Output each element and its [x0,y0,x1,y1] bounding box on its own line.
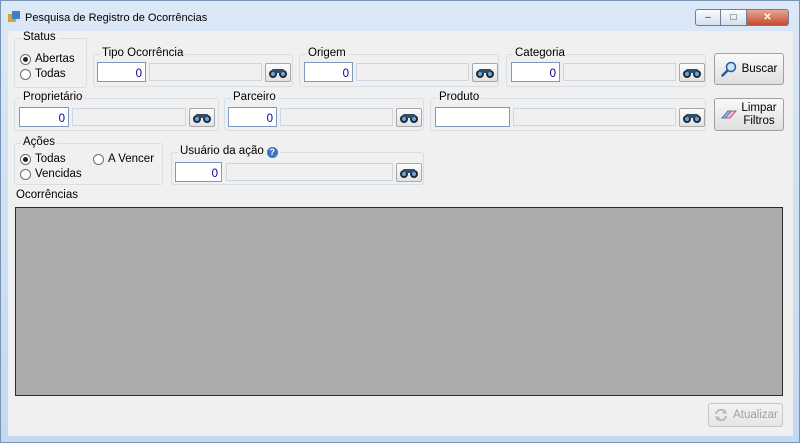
maximize-button[interactable]: □ [721,9,747,26]
tipo-ocorrencia-description-field [149,63,262,81]
status-label: Status [21,31,58,43]
proprietario-label: Proprietário [21,91,85,103]
status-todas-radio[interactable]: Todas [20,68,66,80]
form-icon [8,11,20,22]
buscar-label: Buscar [741,62,778,75]
title-bar[interactable]: Pesquisa de Registro de Ocorrências – □ … [1,1,799,31]
produto-label: Produto [437,91,482,103]
ocorrencias-label: Ocorrências [16,189,78,201]
proprietario-description-field [72,108,186,126]
status-abertas-radio[interactable]: Abertas [20,53,75,65]
acoes-a-vencer-radio[interactable]: A Vencer [93,153,154,165]
radio-label: Abertas [35,53,75,65]
usuario-acao-label-wrap: Usuário da ação? [178,145,280,158]
tipo-ocorrencia-search-button[interactable] [265,63,291,82]
window-controls: – □ ✕ [695,9,789,26]
minimize-button[interactable]: – [695,9,721,26]
limpar-filtros-label: Limpar Filtros [741,102,776,128]
question-icon[interactable]: ? [266,147,278,158]
parceiro-search-button[interactable] [396,108,422,127]
minimize-icon: – [705,12,711,23]
radio-label: Todas [35,68,66,80]
usuario-acao-description-field [226,163,393,181]
radio-label: Vencidas [35,168,82,180]
ocorrencias-grid[interactable] [15,207,783,396]
binoculars-icon [268,67,288,79]
parceiro-description-field [280,108,393,126]
maximize-icon: □ [730,12,737,23]
produto-code-input[interactable] [435,107,510,127]
usuario-acao-code-input[interactable] [175,162,222,182]
atualizar-label: Atualizar [733,408,778,421]
radio-indicator [20,53,31,65]
produto-description-field [513,108,676,126]
radio-indicator [93,153,104,165]
tipo-ocorrencia-label: Tipo Ocorrência [100,47,186,59]
binoculars-icon [682,67,702,79]
radio-indicator [20,153,31,165]
radio-indicator [20,68,31,80]
refresh-icon [715,408,728,422]
categoria-description-field [563,63,676,81]
origem-code-input[interactable] [304,62,353,82]
limpar-label-line2: Filtros [743,114,775,127]
radio-indicator [20,168,31,180]
categoria-code-input[interactable] [511,62,560,82]
limpar-filtros-button[interactable]: Limpar Filtros [714,98,784,131]
eraser-icon [721,110,738,118]
binoculars-icon [399,112,419,124]
radio-label: Todas [35,153,66,165]
proprietario-code-input[interactable] [19,107,69,127]
app-window: Pesquisa de Registro de Ocorrências – □ … [0,0,800,443]
parceiro-code-input[interactable] [228,107,277,127]
window-title: Pesquisa de Registro de Ocorrências [25,12,208,24]
close-button[interactable]: ✕ [747,9,789,26]
parceiro-label: Parceiro [231,91,278,103]
magnifier-icon [720,61,736,77]
origem-label: Origem [306,47,348,59]
binoculars-icon [682,112,702,124]
buscar-button[interactable]: Buscar [714,53,784,85]
binoculars-icon [399,167,419,179]
acoes-vencidas-radio[interactable]: Vencidas [20,168,82,180]
usuario-acao-label: Usuário da ação [180,145,264,157]
proprietario-search-button[interactable] [189,108,215,127]
usuario-acao-search-button[interactable] [396,163,422,182]
binoculars-icon [192,112,212,124]
tipo-ocorrencia-code-input[interactable] [97,62,146,82]
produto-search-button[interactable] [679,108,705,127]
binoculars-icon [475,67,495,79]
categoria-search-button[interactable] [679,63,705,82]
atualizar-button[interactable]: Atualizar [708,403,783,427]
origem-description-field [356,63,469,81]
acoes-todas-radio[interactable]: Todas [20,153,66,165]
radio-label: A Vencer [108,153,155,165]
form-body: Status Abertas Todas Tipo Ocorrência Ori… [8,31,793,436]
acoes-label: Ações [21,136,57,148]
close-icon: ✕ [763,12,772,23]
limpar-label-line1: Limpar [741,101,777,114]
origem-search-button[interactable] [472,63,498,82]
categoria-label: Categoria [513,47,567,59]
